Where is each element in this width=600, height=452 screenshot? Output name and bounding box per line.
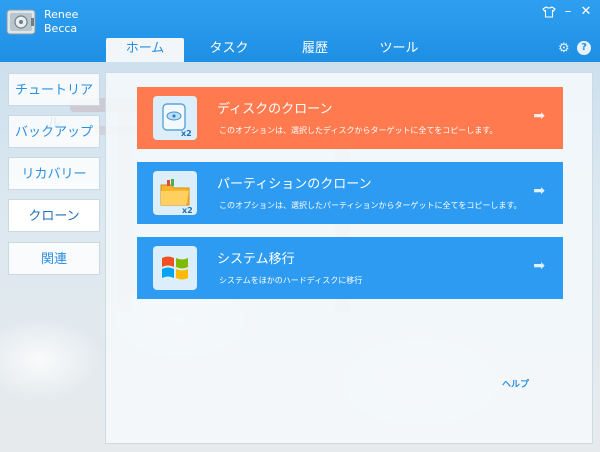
system-migration-desc: システムをほかのハードディスクに移行 (219, 276, 363, 285)
app-name-line1: Renee (44, 8, 79, 21)
app-name: Renee Becca (44, 8, 104, 36)
folder-icon: x2 (160, 179, 193, 215)
settings-gear-icon[interactable]: ⚙ (558, 41, 570, 56)
sidebar-item-tutorial[interactable]: チュートリアル (8, 73, 100, 131)
app-name-line2: Becca (44, 22, 78, 35)
shirt-icon[interactable] (542, 6, 556, 18)
disk-clone-title: ディスクのクローン (217, 102, 333, 117)
system-migration-title: システム移行 (217, 252, 295, 267)
hard-disk-icon: x2 (162, 103, 192, 138)
help-link[interactable]: ヘルプ (502, 377, 529, 390)
safe-logo-icon (6, 9, 36, 35)
partition-clone-desc: このオプションは、選択したパーティションからターゲットに全てをコピーします。 (219, 201, 522, 210)
system-migration-card[interactable]: システム移行 システムをほかのハードディスクに移行 ➡ (137, 237, 563, 299)
disk-clone-icon: x2 (153, 96, 197, 140)
arrow-right-icon: ➡ (533, 183, 545, 199)
disk-clone-badge: x2 (181, 129, 192, 138)
disk-clone-desc: このオプションは、選択したディスクからターゲットに全てをコピーします。 (219, 126, 498, 135)
arrow-right-icon: ➡ (533, 258, 545, 274)
arrow-right-icon: ➡ (533, 108, 545, 124)
close-button[interactable]: ✕ (578, 4, 594, 19)
tab-home[interactable]: ホーム (106, 38, 184, 62)
sidebar-item-clone[interactable]: クローン (8, 199, 100, 232)
minimize-button[interactable]: – (560, 4, 576, 19)
disk-clone-card[interactable]: x2 ディスクのクローン このオプションは、選択したディスクからターゲットに全て… (137, 87, 563, 149)
windows-flag-icon (162, 256, 188, 280)
tab-tools[interactable]: ツール (360, 38, 438, 62)
tab-history[interactable]: 履歴 (276, 38, 354, 62)
system-migration-icon (153, 246, 197, 290)
partition-clone-title: パーティションのクローン (217, 177, 372, 192)
sidebar-item-related[interactable]: 関連 (8, 242, 100, 275)
tab-tasks[interactable]: タスク (190, 38, 268, 62)
partition-clone-card[interactable]: x2 パーティションのクローン このオプションは、選択したパーティションからター… (137, 162, 563, 224)
partition-clone-icon: x2 (153, 171, 197, 215)
help-icon[interactable]: ? (577, 41, 591, 55)
sidebar-item-recovery[interactable]: リカバリー (8, 157, 100, 190)
sidebar-item-backup[interactable]: バックアップ (8, 115, 100, 148)
title-bar: Renee Becca – ✕ ホーム タスク 履歴 ツール ⚙ ? (0, 0, 600, 62)
partition-clone-badge: x2 (182, 206, 193, 215)
